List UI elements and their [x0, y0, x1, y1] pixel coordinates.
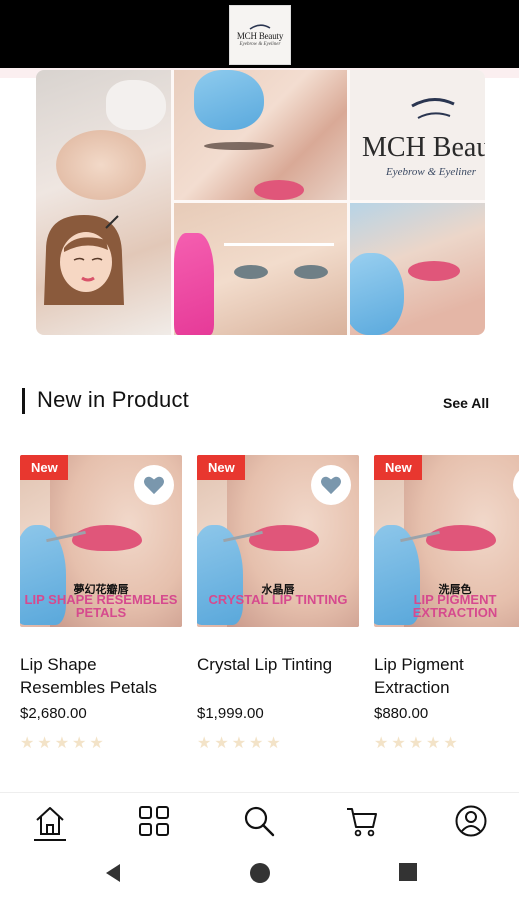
heart-icon — [144, 476, 164, 495]
bottom-navigation — [0, 792, 519, 848]
new-badge: New — [20, 455, 68, 480]
lips-shape — [426, 525, 496, 551]
logo-subtext: Eyebrow & Eyeliner — [239, 42, 281, 47]
product-price: $1,999.00 — [197, 705, 264, 722]
banner-photo-brow-mapping — [174, 203, 347, 335]
blue-glove-shape — [194, 70, 264, 130]
cartoon-woman-illustration — [44, 215, 124, 305]
see-all-link[interactable]: See All — [443, 395, 489, 411]
new-badge: New — [374, 455, 422, 480]
star-icon: ★ — [197, 735, 212, 752]
favorite-button[interactable] — [134, 465, 174, 505]
star-icon: ★ — [231, 735, 247, 752]
star-icon: ★ — [266, 735, 281, 752]
top-bar: MCH Beauty Eyebrow & Eyeliner — [0, 0, 519, 68]
nav-home[interactable] — [28, 799, 72, 843]
lips-shape — [254, 180, 304, 200]
search-icon — [244, 806, 275, 837]
home-circle-icon[interactable] — [249, 862, 271, 884]
lips-shape — [72, 525, 142, 551]
heart-icon — [321, 476, 341, 495]
nav-search[interactable] — [237, 799, 281, 843]
star-icon: ★ — [374, 735, 389, 752]
star-icon: ★ — [391, 735, 406, 752]
product-card[interactable]: 洗唇色 LIP PIGMENT EXTRACTION New Lip Pigme… — [374, 455, 519, 752]
brand-logo[interactable]: MCH Beauty Eyebrow & Eyeliner — [229, 5, 291, 65]
star-icon: ★ — [37, 735, 52, 752]
star-icon: ★ — [426, 735, 441, 752]
eyebrow-logo-large-icon — [411, 98, 455, 119]
star-icon: ★ — [20, 735, 35, 752]
home-icon — [36, 807, 64, 835]
banner-brand-text: MCH Beau — [362, 132, 485, 163]
profile-icon — [455, 805, 487, 837]
star-icon: ★ — [214, 735, 229, 752]
categories-icon — [139, 806, 169, 836]
banner-brand-script: Eyebrow & Eyeliner — [386, 166, 477, 178]
section-accent-bar — [22, 388, 25, 414]
lips-shape — [408, 261, 460, 281]
star-icon: ★ — [89, 735, 104, 752]
star-icon: ★ — [249, 735, 264, 752]
rating-stars: ★ ★ ★ ★ ★ — [20, 736, 182, 752]
nav-categories[interactable] — [132, 799, 176, 843]
eye-right-shape — [294, 265, 328, 279]
star-icon: ★ — [408, 735, 424, 752]
blue-glove-shape — [350, 253, 404, 335]
product-price: $2,680.00 — [20, 705, 87, 722]
banner-brand-tile: MCH Beau Eyebrow & Eyeliner — [350, 70, 485, 200]
nav-profile[interactable] — [449, 799, 493, 843]
eyebrow-logo-icon — [249, 24, 271, 30]
recents-icon[interactable] — [398, 862, 418, 882]
product-name[interactable]: Crystal Lip Tinting — [197, 653, 359, 699]
app-screen: MCH Beauty Eyebrow & Eyeliner MCH Beau E… — [0, 0, 519, 900]
mapping-line — [224, 243, 334, 246]
product-image-english-text: CRYSTAL LIP TINTING — [208, 592, 348, 607]
eye-shape — [204, 142, 274, 150]
banner-photo-eyebrow-treatment — [36, 70, 171, 335]
new-badge: New — [197, 455, 245, 480]
system-navigation-bar — [0, 848, 519, 900]
rating-stars: ★ ★ ★ ★ ★ — [197, 736, 359, 752]
product-image-english-text: LIP SHAPE RESEMBLES PETALS — [24, 592, 178, 620]
section-title: New in Product — [37, 387, 189, 412]
product-name[interactable]: Lip Shape Resembles Petals — [20, 653, 182, 699]
active-tab-indicator — [34, 839, 66, 841]
product-image[interactable]: 夢幻花瓣唇 LIP SHAPE RESEMBLES PETALS New — [20, 455, 182, 627]
rating-stars: ★ ★ ★ ★ ★ — [374, 736, 519, 752]
product-name[interactable]: Lip Pigment Extraction — [374, 653, 519, 699]
favorite-button[interactable] — [311, 465, 351, 505]
nav-cart[interactable] — [340, 799, 384, 843]
star-icon: ★ — [72, 735, 87, 752]
banner-photo-eyeliner — [174, 70, 347, 200]
product-image-english-text: LIP PIGMENT EXTRACTION — [412, 592, 498, 620]
product-card[interactable]: 水晶唇 CRYSTAL LIP TINTING New Crystal Lip … — [197, 455, 359, 752]
glove-shape — [106, 80, 166, 130]
pink-glove-shape — [174, 233, 214, 335]
product-image[interactable]: 水晶唇 CRYSTAL LIP TINTING New — [197, 455, 359, 627]
face-shape — [56, 130, 146, 200]
star-icon: ★ — [443, 735, 458, 752]
cart-icon — [347, 808, 377, 837]
back-icon[interactable] — [102, 862, 124, 884]
eye-left-shape — [234, 265, 268, 279]
star-icon: ★ — [54, 735, 70, 752]
product-price: $880.00 — [374, 705, 429, 722]
hero-banner[interactable]: MCH Beau Eyebrow & Eyeliner — [36, 70, 485, 335]
product-card[interactable]: 夢幻花瓣唇 LIP SHAPE RESEMBLES PETALS New Lip… — [20, 455, 182, 752]
banner-photo-lip-blush — [350, 203, 485, 335]
logo-text: MCH Beauty — [236, 31, 284, 41]
product-image[interactable]: 洗唇色 LIP PIGMENT EXTRACTION New — [374, 455, 519, 627]
lips-shape — [249, 525, 319, 551]
